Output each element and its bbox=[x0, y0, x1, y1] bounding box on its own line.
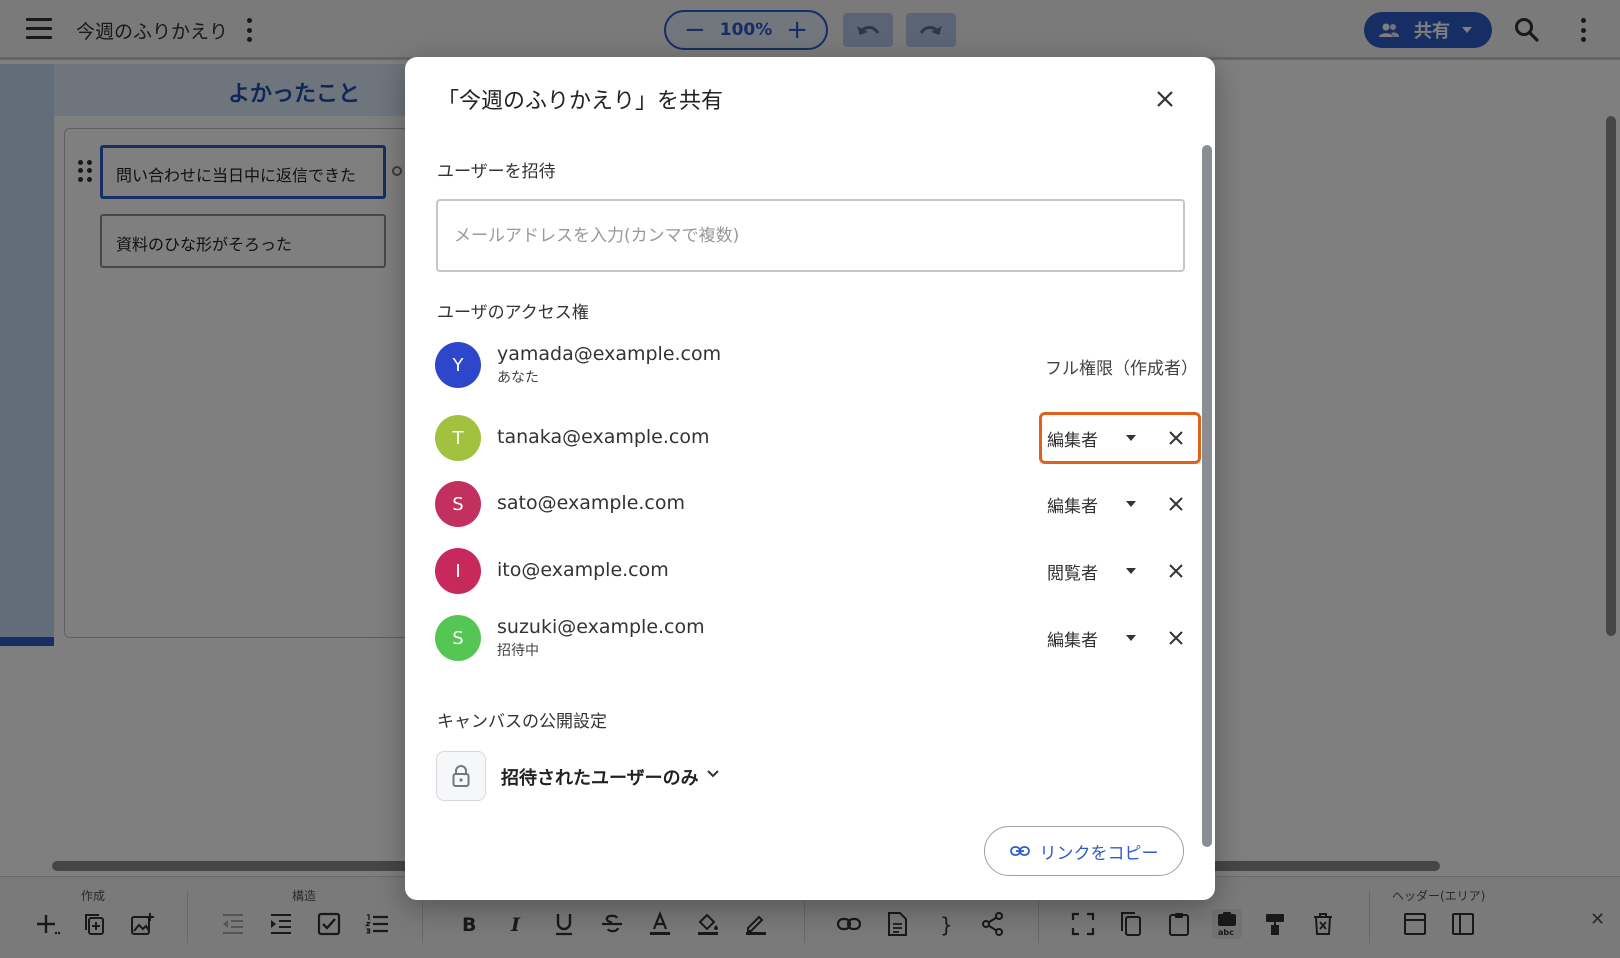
visibility-label: キャンバスの公開設定 bbox=[437, 712, 607, 732]
remove-user-icon[interactable] bbox=[1166, 494, 1186, 514]
remove-user-icon[interactable] bbox=[1166, 428, 1186, 448]
user-email: suzuki@example.com bbox=[497, 616, 705, 638]
remove-user-icon[interactable] bbox=[1166, 628, 1186, 648]
share-dialog: 「今週のふりかえり」を共有 ユーザーを招待 ユーザのアクセス権 Y yamada… bbox=[405, 57, 1215, 900]
user-row: S suzuki@example.com 招待中 編集者 bbox=[435, 612, 1195, 664]
user-row: T tanaka@example.com 編集者 bbox=[435, 412, 1201, 464]
invite-label: ユーザーを招待 bbox=[437, 162, 556, 182]
close-icon[interactable] bbox=[1153, 87, 1177, 111]
copy-link-button[interactable]: リンクをコピー bbox=[984, 826, 1184, 876]
role-label: 編集者 bbox=[1047, 496, 1098, 517]
dialog-title: 「今週のふりかえり」を共有 bbox=[437, 89, 724, 114]
chevron-down-icon[interactable] bbox=[706, 769, 720, 779]
avatar: S bbox=[435, 615, 481, 661]
role-dropdown[interactable]: 編集者 bbox=[1039, 412, 1201, 464]
avatar: I bbox=[435, 548, 481, 594]
role-dropdown[interactable]: 閲覧者 bbox=[1039, 545, 1201, 597]
caret-down-icon bbox=[1126, 501, 1136, 507]
role-label: 編集者 bbox=[1047, 430, 1098, 451]
avatar: T bbox=[435, 415, 481, 461]
role-label: フル権限（作成者） bbox=[1045, 359, 1198, 379]
remove-user-icon[interactable] bbox=[1166, 561, 1186, 581]
role-label: 編集者 bbox=[1047, 630, 1098, 651]
email-input[interactable] bbox=[436, 199, 1185, 272]
user-subtitle: 招待中 bbox=[497, 643, 539, 659]
role-label: 閲覧者 bbox=[1047, 563, 1098, 584]
user-email: tanaka@example.com bbox=[497, 426, 710, 448]
link-icon bbox=[1009, 846, 1030, 856]
visibility-dropdown[interactable]: 招待されたユーザーのみ bbox=[501, 764, 699, 790]
user-row: Y yamada@example.com あなた フル権限（作成者） bbox=[435, 339, 1198, 391]
user-subtitle: あなた bbox=[497, 370, 539, 386]
user-email: ito@example.com bbox=[497, 559, 669, 581]
access-label: ユーザのアクセス権 bbox=[437, 303, 589, 323]
lock-icon bbox=[436, 751, 486, 801]
dialog-scrollbar[interactable] bbox=[1202, 145, 1212, 847]
role-dropdown[interactable]: 編集者 bbox=[1039, 612, 1201, 664]
user-row: I ito@example.com 閲覧者 bbox=[435, 545, 1195, 597]
copy-link-label: リンクをコピー bbox=[1039, 843, 1159, 864]
user-email: sato@example.com bbox=[497, 492, 686, 514]
caret-down-icon bbox=[1126, 635, 1136, 641]
avatar: S bbox=[435, 481, 481, 527]
role-dropdown[interactable]: 編集者 bbox=[1039, 478, 1201, 530]
caret-down-icon bbox=[1126, 568, 1136, 574]
user-email: yamada@example.com bbox=[497, 343, 722, 365]
user-row: S sato@example.com 編集者 bbox=[435, 478, 1195, 530]
avatar: Y bbox=[435, 342, 481, 388]
caret-down-icon bbox=[1126, 435, 1136, 441]
